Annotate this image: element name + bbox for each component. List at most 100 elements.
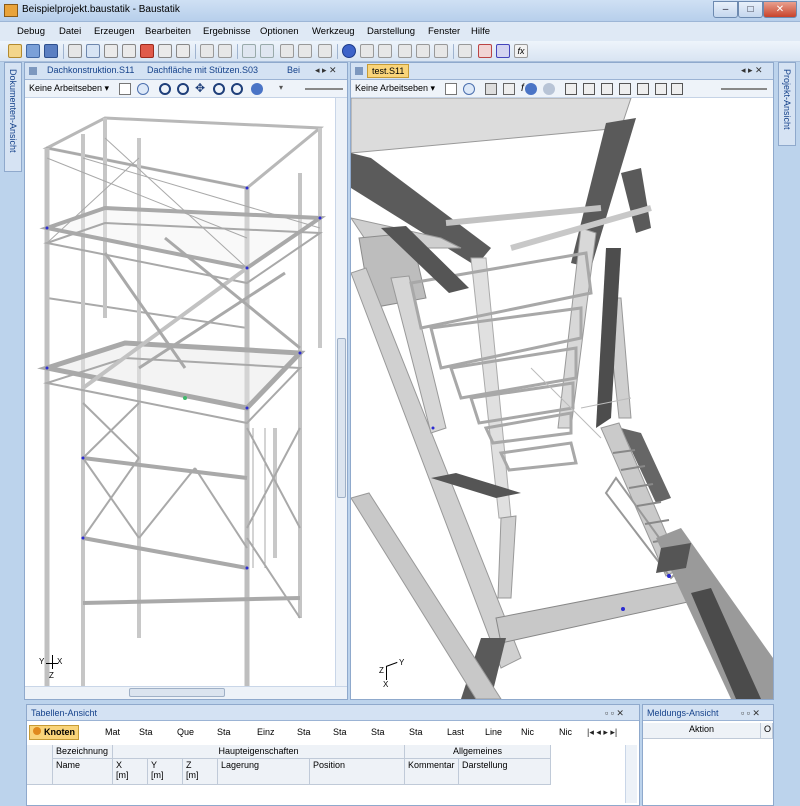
sphere-icon[interactable] bbox=[342, 44, 356, 58]
table-vertical-scrollbar[interactable] bbox=[625, 745, 637, 803]
menu-datei[interactable]: Datei bbox=[59, 26, 81, 37]
menu-debug[interactable]: Debug bbox=[17, 26, 45, 37]
menu-fenster[interactable]: Fenster bbox=[428, 26, 460, 37]
diagram-icon[interactable] bbox=[496, 44, 510, 58]
zoom-out-icon[interactable] bbox=[231, 83, 243, 95]
forward-icon[interactable] bbox=[543, 83, 555, 95]
calc-icon[interactable] bbox=[458, 44, 472, 58]
box-view-icon[interactable] bbox=[485, 83, 497, 95]
project-view-side-tab[interactable]: Projekt-Ansicht bbox=[778, 62, 796, 146]
preview-icon[interactable] bbox=[86, 44, 100, 58]
back-icon[interactable] bbox=[251, 83, 263, 95]
pane-menu-icon[interactable] bbox=[29, 67, 37, 75]
open-icon[interactable] bbox=[26, 44, 40, 58]
tab-nic-2[interactable]: Nic bbox=[559, 727, 572, 743]
report-icon[interactable] bbox=[176, 44, 190, 58]
table-icon[interactable] bbox=[298, 44, 312, 58]
left-vscroll-thumb[interactable] bbox=[337, 338, 346, 498]
col-position[interactable]: Position bbox=[310, 759, 405, 785]
left-horizontal-scrollbar[interactable] bbox=[25, 686, 347, 699]
page-setup-icon[interactable] bbox=[122, 44, 136, 58]
col-z[interactable]: Z [m] bbox=[183, 759, 218, 785]
col-name[interactable]: Name bbox=[53, 759, 113, 785]
col-y[interactable]: Y [m] bbox=[148, 759, 183, 785]
tab-beispiel[interactable]: Bei bbox=[287, 65, 300, 79]
tab-einzel[interactable]: Einz bbox=[257, 727, 275, 743]
member-icon[interactable] bbox=[398, 44, 412, 58]
pointer-icon[interactable] bbox=[445, 83, 457, 95]
workplane-dropdown[interactable]: Keine Arbeitseben ▾ bbox=[355, 83, 435, 94]
menu-darstellung[interactable]: Darstellung bbox=[367, 26, 415, 37]
overflow-icon[interactable]: ▾ bbox=[279, 83, 291, 95]
formula-icon[interactable]: fx bbox=[514, 44, 528, 58]
col-darstellung[interactable]: Darstellung bbox=[459, 759, 551, 785]
view-right-icon[interactable] bbox=[619, 83, 631, 95]
view-back-icon[interactable] bbox=[583, 83, 595, 95]
tab-dachkonstruktion[interactable]: Dachkonstruktion.S11 bbox=[47, 65, 134, 79]
tab-dachflaeche[interactable]: Dachfläche mit Stützen.S03 bbox=[147, 65, 258, 79]
left-hscroll-thumb[interactable] bbox=[129, 688, 225, 697]
tab-last[interactable]: Last bbox=[447, 727, 464, 743]
tab-stab-2[interactable]: Sta bbox=[217, 727, 231, 743]
view-top-icon[interactable] bbox=[637, 83, 649, 95]
left-vertical-scrollbar[interactable] bbox=[335, 98, 347, 686]
tab-material[interactable]: Mat bbox=[105, 727, 120, 743]
grid-icon[interactable] bbox=[280, 44, 294, 58]
menu-werkzeug[interactable]: Werkzeug bbox=[312, 26, 355, 37]
message-pin-close-icon[interactable]: ▫ ▫ ✕ bbox=[741, 708, 760, 719]
tab-stab-4[interactable]: Sta bbox=[333, 727, 347, 743]
menu-optionen[interactable]: Optionen bbox=[260, 26, 299, 37]
minimize-button[interactable]: – bbox=[713, 1, 738, 18]
result-icon[interactable] bbox=[478, 44, 492, 58]
new-icon[interactable] bbox=[8, 44, 22, 58]
select-icon[interactable] bbox=[360, 44, 374, 58]
close-button[interactable]: ✕ bbox=[763, 1, 797, 18]
tool-icon[interactable] bbox=[378, 44, 392, 58]
zoom-icon[interactable] bbox=[177, 83, 189, 95]
maximize-button[interactable]: □ bbox=[738, 1, 763, 18]
col-aktion[interactable]: Aktion bbox=[643, 723, 761, 739]
right-tab-arrows-icon[interactable]: ◂ ▸ ✕ bbox=[741, 65, 763, 79]
cut-icon[interactable] bbox=[200, 44, 214, 58]
pane-menu-icon[interactable] bbox=[355, 67, 363, 75]
view-bottom-icon[interactable] bbox=[655, 83, 667, 95]
zoom-slider[interactable] bbox=[721, 88, 767, 90]
pan-icon[interactable]: ✥ bbox=[195, 82, 207, 95]
right-3d-viewport[interactable] bbox=[351, 98, 773, 699]
menu-bearbeiten[interactable]: Bearbeiten bbox=[145, 26, 191, 37]
undo-icon[interactable] bbox=[242, 44, 256, 58]
document-view-side-tab[interactable]: Dokumenten-Ansicht bbox=[4, 62, 22, 172]
page-icon[interactable] bbox=[104, 44, 118, 58]
tab-scroll-arrows-icon[interactable]: ◂ ▸ ✕ bbox=[315, 65, 337, 79]
zoom-in-icon[interactable] bbox=[213, 83, 225, 95]
tab-stab-5[interactable]: Sta bbox=[371, 727, 385, 743]
print-icon[interactable] bbox=[68, 44, 82, 58]
hinge-icon[interactable] bbox=[434, 44, 448, 58]
col-kommentar[interactable]: Kommentar bbox=[405, 759, 459, 785]
col-x[interactable]: X [m] bbox=[113, 759, 148, 785]
menu-ergebnisse[interactable]: Ergebnisse bbox=[203, 26, 251, 37]
panel-pin-close-icon[interactable]: ▫ ▫ ✕ bbox=[605, 708, 624, 719]
tab-nav-arrows-icon[interactable]: |◂ ◂ ▸ ▸| bbox=[587, 727, 617, 743]
pdf-icon[interactable] bbox=[140, 44, 154, 58]
tab-knoten[interactable]: Knoten bbox=[29, 725, 79, 740]
tab-stab-6[interactable]: Sta bbox=[409, 727, 423, 743]
layer-icon[interactable] bbox=[318, 44, 332, 58]
view-front-icon[interactable] bbox=[565, 83, 577, 95]
view-left-icon[interactable] bbox=[601, 83, 613, 95]
orbit-icon[interactable] bbox=[137, 83, 149, 95]
tab-stab-3[interactable]: Sta bbox=[297, 727, 311, 743]
tab-stab-1[interactable]: Sta bbox=[139, 727, 153, 743]
menu-hilfe[interactable]: Hilfe bbox=[471, 26, 490, 37]
solid-view-icon[interactable] bbox=[503, 83, 515, 95]
orbit-icon[interactable] bbox=[463, 83, 475, 95]
support-icon[interactable] bbox=[416, 44, 430, 58]
view-iso-icon[interactable] bbox=[671, 83, 683, 95]
redo-icon[interactable] bbox=[260, 44, 274, 58]
col-lagerung[interactable]: Lagerung bbox=[218, 759, 310, 785]
tab-line[interactable]: Line bbox=[485, 727, 502, 743]
workplane-dropdown[interactable]: Keine Arbeitseben ▾ bbox=[29, 83, 109, 94]
copy-icon[interactable] bbox=[218, 44, 232, 58]
tab-nic-1[interactable]: Nic bbox=[521, 727, 534, 743]
col-o[interactable]: O bbox=[761, 723, 773, 739]
